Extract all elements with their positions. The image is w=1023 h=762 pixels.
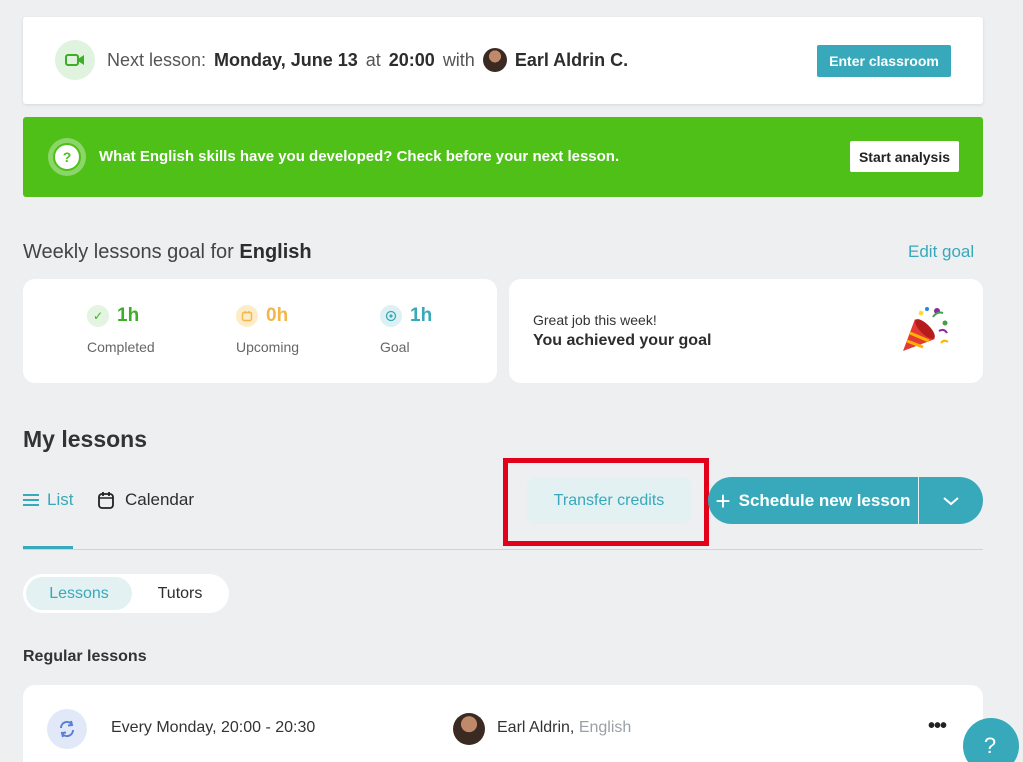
question-icon: ? xyxy=(48,138,86,176)
my-lessons-title: My lessons xyxy=(23,426,147,452)
check-icon: ✓ xyxy=(87,305,109,327)
lesson-schedule: Every Monday, 20:00 - 20:30 xyxy=(111,719,316,736)
list-item[interactable]: Every Monday, 20:00 - 20:30 Earl Aldrin,… xyxy=(23,685,983,762)
plus-icon: + xyxy=(715,485,731,516)
regular-lessons-title: Regular lessons xyxy=(23,648,147,665)
party-popper-icon xyxy=(903,307,949,351)
segment-lessons[interactable]: Lessons xyxy=(26,577,132,610)
next-lesson-tutor[interactable]: Earl Aldrin C. xyxy=(515,50,628,71)
stat-upcoming: 0h Upcoming xyxy=(236,305,300,355)
stat-completed: ✓ 1h Completed xyxy=(87,305,155,355)
avatar xyxy=(453,713,485,745)
video-icon xyxy=(55,40,95,80)
segment-tutors[interactable]: Tutors xyxy=(135,577,225,610)
help-button[interactable]: ? xyxy=(963,718,1019,762)
next-lesson-info: Next lesson: Monday, June 13 at 20:00 wi… xyxy=(107,48,628,72)
calendar-icon xyxy=(236,305,258,327)
edit-goal-link[interactable]: Edit goal xyxy=(908,242,974,262)
transfer-credits-button[interactable]: Transfer credits xyxy=(527,477,691,524)
calendar-icon xyxy=(98,492,114,509)
tab-list[interactable]: List xyxy=(23,490,73,510)
next-lesson-label: Next lesson: xyxy=(107,49,207,70)
next-lesson-at: at xyxy=(365,49,381,70)
lessons-tutors-toggle: Lessons Tutors xyxy=(23,574,229,613)
goal-stats-card: ✓ 1h Completed 0h Upcoming 1h Goal xyxy=(23,279,497,383)
praise-message: You achieved your goal xyxy=(533,332,712,349)
repeat-icon xyxy=(47,709,87,749)
schedule-dropdown-button[interactable] xyxy=(919,477,983,524)
stat-goal: 1h Goal xyxy=(380,305,433,355)
tab-calendar[interactable]: Calendar xyxy=(98,490,194,510)
lesson-tutor: Earl Aldrin, English xyxy=(497,719,632,736)
goal-language: English xyxy=(239,241,312,263)
tabs-divider xyxy=(23,549,983,550)
more-options-icon[interactable]: ••• xyxy=(928,715,947,738)
enter-classroom-button[interactable]: Enter classroom xyxy=(817,45,951,77)
start-analysis-button[interactable]: Start analysis xyxy=(850,141,959,172)
target-icon xyxy=(380,305,402,327)
banner-text: What English skills have you developed? … xyxy=(99,148,620,165)
weekly-goal-title: Weekly lessons goal for English xyxy=(23,241,312,263)
chevron-down-icon xyxy=(943,496,959,505)
goal-praise-card: Great job this week! You achieved your g… xyxy=(509,279,983,383)
next-lesson-card: Next lesson: Monday, June 13 at 20:00 wi… xyxy=(23,17,983,104)
next-lesson-with: with xyxy=(442,49,475,70)
list-icon xyxy=(23,494,39,506)
next-lesson-time: 20:00 xyxy=(388,49,435,70)
tutor-avatar xyxy=(482,48,507,72)
skills-analysis-banner: ? What English skills have you developed… xyxy=(23,117,983,197)
next-lesson-date: Monday, June 13 xyxy=(214,49,358,70)
praise-subtitle: Great job this week! xyxy=(533,312,657,328)
schedule-new-lesson-button[interactable]: + Schedule new lesson xyxy=(708,477,918,524)
